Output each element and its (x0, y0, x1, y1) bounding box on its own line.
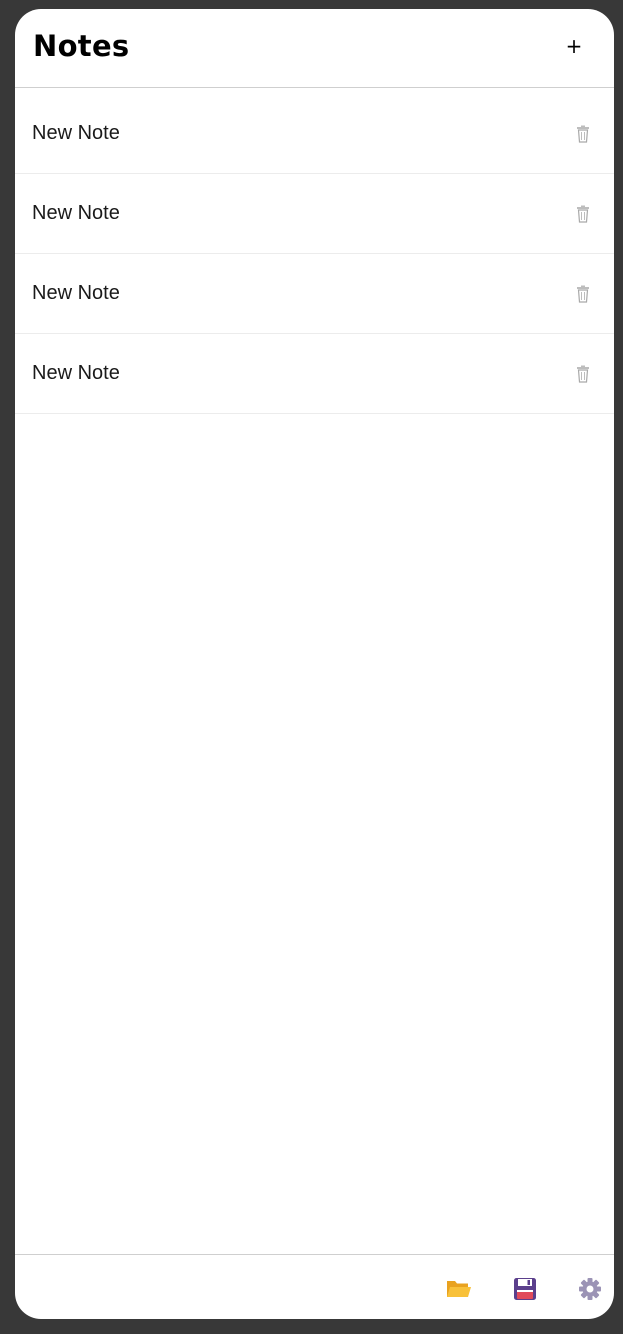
trash-icon[interactable] (576, 125, 590, 143)
floppy-disk-icon[interactable] (512, 1277, 538, 1301)
notes-list: New Note New Note New Note New Note (15, 94, 614, 414)
note-item[interactable]: New Note (15, 94, 614, 174)
note-item[interactable]: New Note (15, 254, 614, 334)
folder-icon[interactable] (446, 1277, 472, 1301)
trash-icon[interactable] (576, 285, 590, 303)
page-title: Notes (33, 29, 130, 63)
note-title: New Note (32, 362, 120, 384)
footer-toolbar (15, 1254, 614, 1319)
gear-icon[interactable] (577, 1277, 603, 1301)
trash-icon[interactable] (576, 205, 590, 223)
app-window: Notes + New Note New Note New Note New N… (15, 9, 614, 1319)
note-title: New Note (32, 282, 120, 304)
trash-icon[interactable] (576, 365, 590, 383)
note-item[interactable]: New Note (15, 334, 614, 414)
header: Notes + (15, 9, 614, 88)
note-title: New Note (32, 202, 120, 224)
add-note-button[interactable]: + (562, 34, 586, 58)
note-item[interactable]: New Note (15, 174, 614, 254)
note-title: New Note (32, 122, 120, 144)
